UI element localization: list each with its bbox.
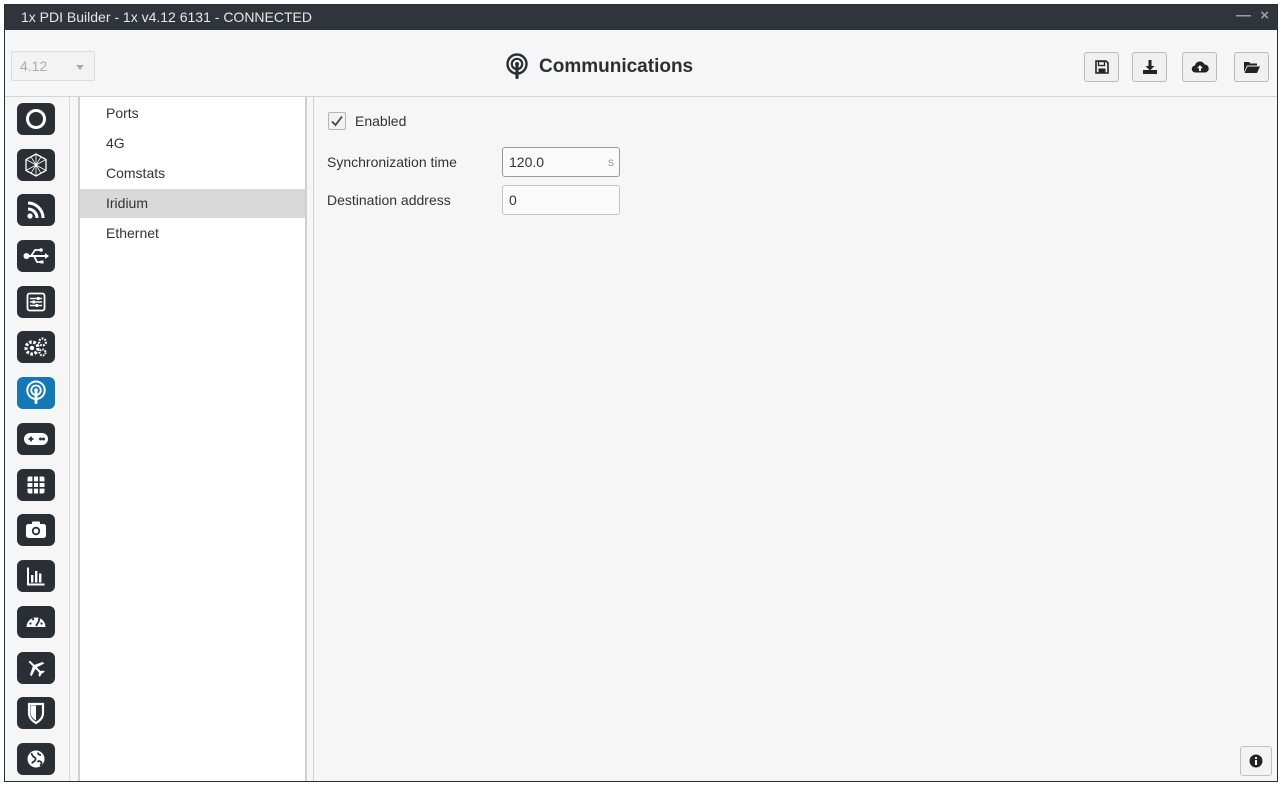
nav-item-iridium[interactable]: Iridium: [80, 189, 305, 218]
globe-icon: [27, 750, 45, 768]
sync-time-input[interactable]: [509, 154, 599, 170]
grid-icon: [27, 476, 45, 494]
version-select[interactable]: 4.12: [11, 51, 95, 81]
folder-open-icon: [1243, 62, 1260, 73]
cloud-upload-button[interactable]: [1182, 52, 1217, 82]
nav-item-ethernet[interactable]: Ethernet: [80, 219, 305, 248]
chevron-down-icon: [76, 65, 84, 70]
window-title: 1x PDI Builder - 1x v4.12 6131 - CONNECT…: [21, 9, 312, 25]
hexagon-mesh-icon: [25, 153, 47, 177]
sidebar-item-camera[interactable]: [17, 514, 55, 546]
download-button[interactable]: [1132, 52, 1167, 82]
sidebar-item-flight[interactable]: [17, 652, 55, 684]
sidebar-splitter[interactable]: [70, 97, 80, 781]
minimize-button[interactable]: —: [1236, 7, 1251, 24]
dest-address-label: Destination address: [327, 192, 451, 208]
broadcast-icon: [26, 380, 46, 404]
sidebar-item-mesh[interactable]: [17, 149, 55, 181]
sidebar-item-gauge[interactable]: [17, 606, 55, 638]
sync-time-unit: s: [608, 155, 614, 169]
title-bar: 1x PDI Builder - 1x v4.12 6131 - CONNECT…: [5, 5, 1277, 30]
nav-item-4g[interactable]: 4G: [80, 129, 305, 158]
enabled-checkbox[interactable]: [328, 112, 346, 130]
usb-icon: [23, 248, 49, 264]
page-title-text: Communications: [539, 56, 694, 77]
sidebar-item-charts[interactable]: [17, 560, 55, 592]
sidebar-item-settings[interactable]: [17, 286, 55, 318]
nav-item-ports[interactable]: Ports: [80, 99, 305, 128]
dest-address-field[interactable]: [502, 185, 620, 215]
sidebar-item-gamepad[interactable]: [17, 423, 55, 455]
open-folder-button[interactable]: [1234, 52, 1269, 82]
circle-ring-icon: [26, 109, 46, 129]
shield-icon: [27, 702, 45, 725]
cloud-upload-icon: [1191, 61, 1209, 73]
sidebar-item-usb[interactable]: [17, 240, 55, 272]
save-icon: [1094, 60, 1109, 74]
nav-splitter[interactable]: [307, 97, 314, 781]
nav-item-comstats[interactable]: Comstats: [80, 159, 305, 188]
sidebar-item-grid[interactable]: [17, 469, 55, 501]
sidebar-item-circle[interactable]: [17, 103, 55, 135]
sync-time-label: Synchronization time: [327, 154, 457, 170]
airplane-icon: [28, 660, 45, 677]
gears-icon: [24, 337, 48, 357]
enabled-label: Enabled: [355, 113, 407, 129]
dest-address-input[interactable]: [509, 192, 599, 208]
iridium-settings-panel: Enabled Synchronization time s Destinati…: [314, 97, 1277, 781]
bar-chart-icon: [27, 567, 45, 586]
broadcast-icon: [506, 53, 528, 79]
info-button[interactable]: [1240, 746, 1272, 776]
sync-time-field[interactable]: s: [502, 147, 620, 177]
save-button[interactable]: [1084, 52, 1119, 82]
app-window: 1x PDI Builder - 1x v4.12 6131 - CONNECT…: [4, 4, 1278, 782]
download-icon: [1142, 60, 1157, 74]
header-bar: 4.12 Communications: [5, 30, 1277, 97]
camera-icon: [26, 521, 46, 538]
close-button[interactable]: ×: [1260, 7, 1269, 24]
sidebar-item-gears[interactable]: [17, 331, 55, 363]
checkmark-icon: [331, 115, 343, 127]
sidebar: [5, 97, 70, 781]
gauge-icon: [26, 617, 46, 627]
rss-feed-icon: [27, 201, 45, 219]
sidebar-item-security[interactable]: [17, 697, 55, 729]
section-nav: Ports 4G Comstats Iridium Ethernet: [80, 97, 307, 781]
sidebar-item-network[interactable]: [17, 743, 55, 775]
page-title: Communications: [505, 53, 693, 81]
version-value: 4.12: [20, 58, 48, 74]
info-icon: [1249, 754, 1263, 768]
gamepad-icon: [24, 433, 48, 445]
sliders-icon: [26, 292, 46, 312]
sidebar-item-communications[interactable]: [17, 377, 55, 409]
sidebar-item-rss[interactable]: [17, 194, 55, 226]
